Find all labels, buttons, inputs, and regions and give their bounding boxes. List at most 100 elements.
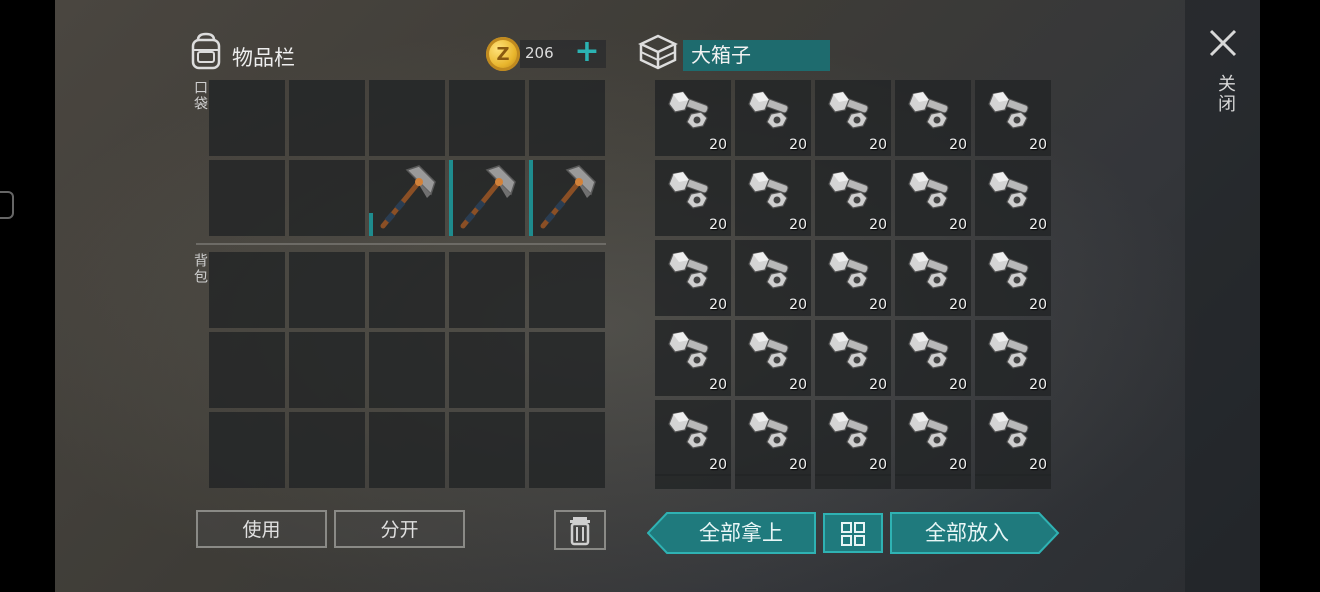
- chest-slot[interactable]: 20: [975, 160, 1051, 236]
- chest-slot[interactable]: 20: [975, 400, 1051, 476]
- backpack-slot[interactable]: [289, 412, 365, 488]
- chest-slot[interactable]: 20: [655, 240, 731, 316]
- pocket-slot[interactable]: [369, 80, 445, 156]
- take-all-label: 全部拿上: [699, 521, 783, 545]
- chest-slot[interactable]: 20: [735, 80, 811, 156]
- item-quantity: 20: [869, 137, 887, 153]
- durability-bar: [369, 213, 373, 236]
- pocket-slot[interactable]: [209, 160, 285, 236]
- chest-slot[interactable]: 20: [975, 240, 1051, 316]
- chest-slot[interactable]: 20: [735, 240, 811, 316]
- backpack-slot[interactable]: [529, 412, 605, 488]
- chest-icon: [638, 34, 678, 70]
- item-quantity: 20: [949, 457, 967, 473]
- chest-slot[interactable]: 20: [975, 320, 1051, 396]
- pocket-slot[interactable]: [449, 160, 525, 236]
- backpack-slot[interactable]: [529, 332, 605, 408]
- item-quantity: 20: [789, 137, 807, 153]
- pocket-slot[interactable]: [529, 160, 605, 236]
- item-quantity: 20: [789, 217, 807, 233]
- trash-icon: [570, 517, 590, 546]
- pocket-slot[interactable]: [289, 80, 365, 156]
- chest-slot[interactable]: 20: [655, 400, 731, 476]
- item-quantity: 20: [869, 297, 887, 313]
- trash-button[interactable]: [554, 510, 606, 550]
- inventory-title: 物品栏: [232, 46, 295, 70]
- item-quantity: 20: [789, 297, 807, 313]
- close-button-label[interactable]: 关闭: [1212, 74, 1238, 114]
- chest-slot[interactable]: [975, 474, 1051, 489]
- chest-slot[interactable]: 20: [735, 320, 811, 396]
- backpack-icon: [191, 32, 221, 70]
- chest-slot[interactable]: 20: [655, 80, 731, 156]
- add-coins-button[interactable]: +: [572, 37, 602, 68]
- chest-slot[interactable]: 20: [895, 80, 971, 156]
- durability-bar: [529, 160, 533, 236]
- use-button[interactable]: 使用: [196, 510, 327, 548]
- chest-slot[interactable]: [735, 474, 811, 489]
- backpack-slot[interactable]: [289, 332, 365, 408]
- chest-slot[interactable]: 20: [975, 80, 1051, 156]
- item-quantity: 20: [789, 377, 807, 393]
- sort-button[interactable]: [823, 513, 883, 553]
- chest-slot[interactable]: 20: [815, 80, 891, 156]
- backpack-slot[interactable]: [529, 252, 605, 328]
- pickaxe-icon: [460, 165, 516, 229]
- item-quantity: 20: [869, 217, 887, 233]
- chest-slot[interactable]: 20: [735, 400, 811, 476]
- backpack-label: 背包: [192, 253, 208, 285]
- item-quantity: 20: [949, 377, 967, 393]
- coin-amount: 206: [525, 44, 554, 62]
- item-quantity: 20: [949, 137, 967, 153]
- put-all-label: 全部放入: [925, 521, 1009, 545]
- chest-slot[interactable]: 20: [655, 320, 731, 396]
- item-quantity: 20: [1029, 457, 1047, 473]
- section-divider: [196, 243, 606, 245]
- sort-grid-icon: [841, 522, 865, 546]
- chest-slot[interactable]: 20: [815, 400, 891, 476]
- backpack-slot[interactable]: [449, 332, 525, 408]
- item-quantity: 20: [869, 457, 887, 473]
- backpack-slot[interactable]: [369, 332, 445, 408]
- item-quantity: 20: [949, 297, 967, 313]
- pocket-slot[interactable]: [289, 160, 365, 236]
- chest-slot[interactable]: [815, 474, 891, 489]
- pocket-slot[interactable]: [449, 80, 525, 156]
- chest-slot[interactable]: 20: [815, 160, 891, 236]
- chest-slot[interactable]: 20: [895, 320, 971, 396]
- item-quantity: 20: [709, 297, 727, 313]
- chest-slot[interactable]: 20: [895, 160, 971, 236]
- chest-slot[interactable]: [895, 474, 971, 489]
- backpack-slot[interactable]: [209, 252, 285, 328]
- device-notch: [0, 191, 14, 219]
- pocket-slot[interactable]: [529, 80, 605, 156]
- chest-slot[interactable]: 20: [815, 240, 891, 316]
- backpack-slot[interactable]: [449, 412, 525, 488]
- chest-slot[interactable]: 20: [735, 160, 811, 236]
- chest-slot[interactable]: 20: [895, 240, 971, 316]
- item-quantity: 20: [789, 457, 807, 473]
- backpack-slot[interactable]: [209, 412, 285, 488]
- split-button[interactable]: 分开: [334, 510, 465, 548]
- backpack-slot[interactable]: [449, 252, 525, 328]
- pocket-slot[interactable]: [209, 80, 285, 156]
- pocket-slot[interactable]: [369, 160, 445, 236]
- durability-bar: [449, 160, 453, 236]
- backpack-slot[interactable]: [369, 252, 445, 328]
- chest-slot[interactable]: 20: [815, 320, 891, 396]
- chest-slot[interactable]: [655, 474, 731, 489]
- item-quantity: 20: [1029, 137, 1047, 153]
- backpack-slot[interactable]: [369, 412, 445, 488]
- chest-slot[interactable]: 20: [895, 400, 971, 476]
- backpack-slot[interactable]: [289, 252, 365, 328]
- item-quantity: 20: [1029, 217, 1047, 233]
- pickaxe-icon: [380, 165, 436, 229]
- item-quantity: 20: [869, 377, 887, 393]
- close-icon[interactable]: [1206, 26, 1240, 60]
- item-quantity: 20: [709, 217, 727, 233]
- item-quantity: 20: [1029, 297, 1047, 313]
- item-quantity: 20: [1029, 377, 1047, 393]
- pickaxe-icon: [540, 165, 596, 229]
- chest-slot[interactable]: 20: [655, 160, 731, 236]
- backpack-slot[interactable]: [209, 332, 285, 408]
